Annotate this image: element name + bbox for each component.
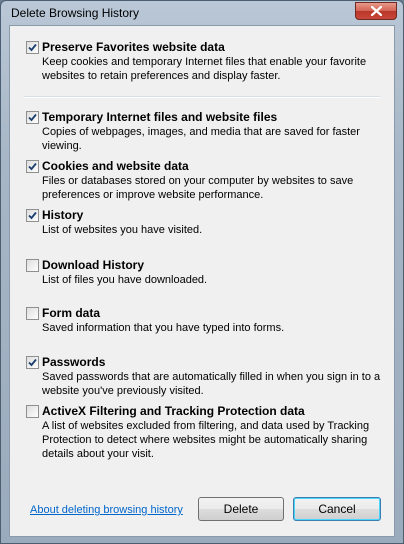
checkmark-icon	[28, 162, 37, 171]
preserve-favorites-checkbox[interactable]	[26, 41, 39, 54]
option-description: List of websites you have visited.	[42, 224, 203, 236]
option-description: Keep cookies and temporary Internet file…	[42, 56, 367, 82]
passwords-checkbox[interactable]	[26, 356, 39, 369]
option-title: History	[42, 208, 84, 222]
option-title: Temporary Internet files and website fil…	[42, 110, 278, 124]
close-icon	[370, 6, 382, 16]
option-description: Saved passwords that are automatically f…	[42, 371, 381, 397]
delete-browsing-history-dialog: Delete Browsing History Preserve Favorit…	[0, 0, 404, 544]
history-checkbox[interactable]	[26, 209, 39, 222]
about-deleting-history-link[interactable]: About deleting browsing history	[30, 504, 183, 516]
option-title: Preserve Favorites website data	[42, 40, 225, 54]
option-description: Saved information that you have typed in…	[42, 322, 285, 334]
checkmark-icon	[28, 113, 37, 122]
option-title: Cookies and website data	[42, 159, 189, 173]
checkmark-icon	[28, 43, 37, 52]
activex-tracking-checkbox[interactable]	[26, 405, 39, 418]
option-description: A list of websites excluded from filteri…	[42, 420, 370, 460]
window-title: Delete Browsing History	[11, 6, 140, 20]
option-description: Files or databases stored on your comput…	[42, 175, 354, 201]
form-data-checkbox[interactable]	[26, 307, 39, 320]
option-description: List of files you have downloaded.	[42, 274, 208, 286]
delete-button[interactable]: Delete	[198, 497, 284, 521]
option-title: Form data	[42, 306, 101, 320]
option-description: Copies of webpages, images, and media th…	[42, 126, 360, 152]
download-history-checkbox[interactable]	[26, 259, 39, 272]
cookies-checkbox[interactable]	[26, 160, 39, 173]
separator	[24, 96, 380, 98]
temporary-files-checkbox[interactable]	[26, 111, 39, 124]
title-bar[interactable]: Delete Browsing History	[1, 1, 403, 25]
option-title: Download History	[42, 258, 145, 272]
option-title: ActiveX Filtering and Tracking Protectio…	[42, 404, 305, 418]
dialog-content: Preserve Favorites website data Keep coo…	[9, 25, 395, 537]
checkmark-icon	[28, 211, 37, 220]
option-title: Passwords	[42, 355, 106, 369]
close-button[interactable]	[355, 2, 397, 20]
cancel-button[interactable]: Cancel	[293, 497, 381, 521]
checkmark-icon	[28, 358, 37, 367]
